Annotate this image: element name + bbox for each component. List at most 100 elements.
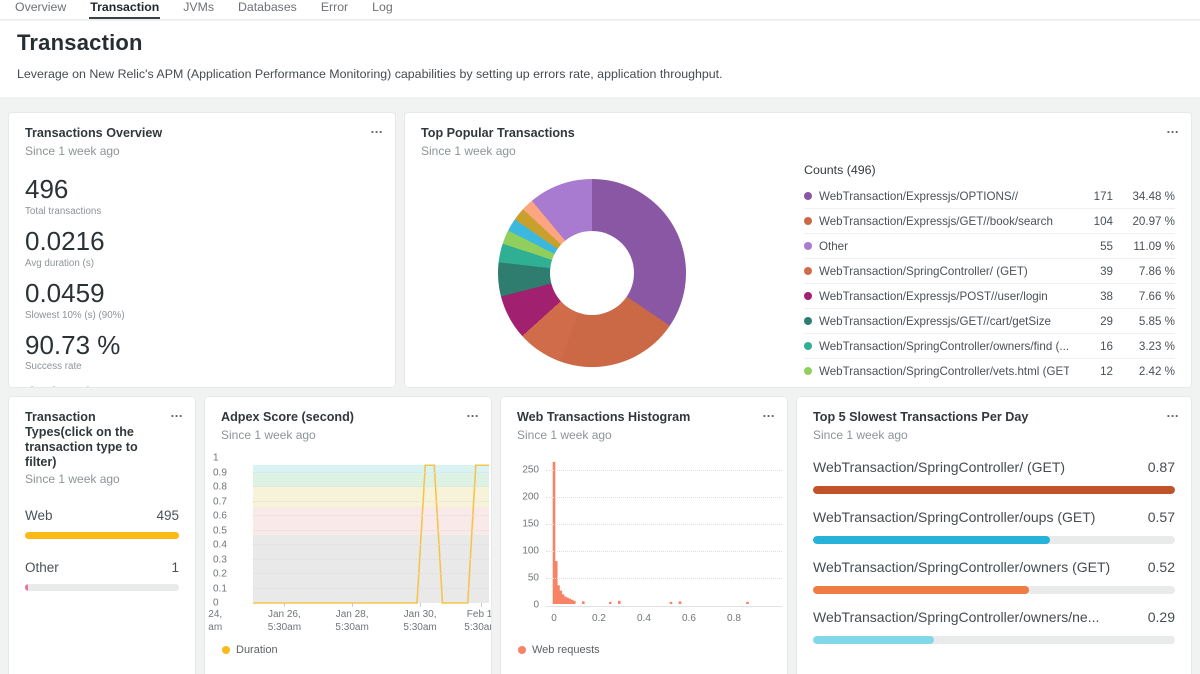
- metric-list: 496 Total transactions 0.0216 Avg durati…: [25, 175, 379, 388]
- slowest-transaction-row[interactable]: WebTransaction/SpringController/owners/n…: [813, 609, 1175, 644]
- legend-label: Web requests: [532, 644, 600, 656]
- transactions-overview-card: Transactions Overview Since 1 week ago .…: [8, 112, 396, 388]
- duration-bar-track: [813, 586, 1175, 594]
- page-subtitle: Leverage on New Relic's APM (Application…: [17, 67, 1183, 81]
- transaction-type-row[interactable]: Other 1: [25, 560, 179, 591]
- slowest-transaction-row[interactable]: WebTransaction/SpringController/owners (…: [813, 559, 1175, 594]
- nav-tab[interactable]: Error: [320, 0, 349, 19]
- type-line: Other 1: [25, 560, 179, 575]
- y-tick-label: 0.9: [213, 467, 227, 478]
- series-color-dot: [804, 217, 812, 225]
- transaction-percent: 5.85 %: [1113, 315, 1175, 328]
- transaction-name: WebTransaction/Expressjs/GET//book/searc…: [819, 215, 1069, 228]
- y-tick-label: 1: [213, 453, 219, 464]
- type-label: Other: [25, 560, 59, 575]
- card-time-range: Since 1 week ago: [813, 428, 1175, 442]
- top-5-slowest-card: Top 5 Slowest Transactions Per Day Since…: [796, 396, 1192, 674]
- nav-tab[interactable]: Databases: [237, 0, 298, 19]
- dashboard-row-2: Transaction Types(click on the transacti…: [8, 396, 1192, 674]
- histogram-bars: [546, 455, 782, 606]
- dashboard-row-1: Transactions Overview Since 1 week ago .…: [8, 112, 1192, 388]
- y-tick-label: 0.5: [213, 525, 227, 536]
- nav-tab[interactable]: Log: [371, 0, 394, 19]
- legend-row[interactable]: WebTransaction/SpringController/ (GET) 3…: [804, 259, 1175, 284]
- legend-row[interactable]: WebTransaction/SpringController/owners/f…: [804, 334, 1175, 359]
- transaction-percent: 7.66 %: [1113, 290, 1175, 303]
- transaction-name: Other: [819, 240, 1069, 253]
- metric-value: 9.27 %: [25, 382, 379, 388]
- donut-chart[interactable]: [498, 179, 686, 367]
- adpex-score-card: Adpex Score (second) Since 1 week ago ..…: [204, 396, 492, 674]
- type-rows: Web 495 Other 1: [25, 508, 179, 591]
- transaction-count: 12: [1069, 365, 1113, 378]
- transaction-count: 104: [1069, 215, 1113, 228]
- x-tick-label: 24,am: [208, 609, 222, 634]
- legend-row[interactable]: WebTransaction/SpringController/vets.htm…: [804, 359, 1175, 380]
- overflow-menu-icon[interactable]: ...: [1167, 406, 1179, 419]
- legend-row[interactable]: WebTransaction/Expressjs/OPTIONS// 171 3…: [804, 184, 1175, 209]
- metric: 9.27 % Failed rate: [25, 382, 379, 388]
- transaction-type-row[interactable]: Web 495: [25, 508, 179, 539]
- metric-value: 90.73 %: [25, 331, 379, 361]
- transaction-name: WebTransaction/SpringController/owners/n…: [813, 609, 1099, 625]
- transaction-name: WebTransaction/SpringController/ (GET): [819, 265, 1069, 278]
- series-color-dot: [804, 367, 812, 375]
- transaction-duration: 0.52: [1148, 559, 1175, 575]
- type-bar-track: [25, 532, 179, 539]
- web-transactions-histogram-card: Web Transactions Histogram Since 1 week …: [500, 396, 788, 674]
- y-axis-labels: 10.90.80.70.60.50.40.30.20.10: [213, 458, 249, 603]
- metric-label: Total transactions: [25, 206, 379, 217]
- series-color-dot: [804, 242, 812, 250]
- type-bar-fill: [25, 584, 28, 591]
- transaction-percent: 20.97 %: [1113, 215, 1175, 228]
- legend-row[interactable]: WebTransaction/Expressjs/GET//cart/getSi…: [804, 309, 1175, 334]
- legend-row[interactable]: Other 55 11.09 %: [804, 234, 1175, 259]
- transaction-duration: 0.57: [1148, 509, 1175, 525]
- type-bar-fill: [25, 532, 179, 539]
- duration-bar-fill: [813, 636, 934, 644]
- x-tick-label: Feb 1,5:30am: [464, 609, 492, 634]
- duration-line: [253, 458, 489, 603]
- legend-row[interactable]: WebTransaction/Expressjs/GET//book/searc…: [804, 209, 1175, 234]
- overflow-menu-icon[interactable]: ...: [171, 406, 183, 419]
- series-color-dot: [804, 292, 812, 300]
- transaction-percent: 34.48 %: [1113, 190, 1175, 203]
- overflow-menu-icon[interactable]: ...: [763, 406, 775, 419]
- transaction-count: 29: [1069, 315, 1113, 328]
- type-value: 495: [156, 508, 179, 523]
- top-tab-bar: Overview Transaction JVMs Databases Erro…: [0, 0, 1200, 20]
- transaction-count: 39: [1069, 265, 1113, 278]
- nav-tab[interactable]: Transaction: [89, 0, 160, 19]
- x-tick-label: 0: [551, 613, 557, 624]
- transaction-percent: 2.42 %: [1113, 365, 1175, 378]
- nav-tab[interactable]: JVMs: [182, 0, 215, 19]
- metric-value: 0.0459: [25, 279, 379, 309]
- y-tick-label: 200: [522, 492, 539, 503]
- overflow-menu-icon[interactable]: ...: [371, 122, 383, 135]
- duration-bar-fill: [813, 486, 1175, 494]
- transaction-duration: 0.87: [1148, 459, 1175, 475]
- slowest-transaction-row[interactable]: WebTransaction/SpringController/ (GET) 0…: [813, 459, 1175, 494]
- overflow-menu-icon[interactable]: ...: [1167, 122, 1179, 135]
- y-tick-label: 100: [522, 546, 539, 557]
- x-tick-label: 0.6: [682, 613, 696, 624]
- nav-tab[interactable]: Overview: [14, 0, 67, 19]
- y-axis-labels: 250200150100500: [501, 455, 539, 607]
- adpex-line-chart: [253, 458, 489, 603]
- duration-bar-fill: [813, 536, 1050, 544]
- x-tick-label: 0.4: [637, 613, 651, 624]
- duration-series-dot: [222, 646, 230, 654]
- metric-label: Success rate: [25, 361, 379, 372]
- legend-rows: WebTransaction/Expressjs/OPTIONS// 171 3…: [804, 184, 1175, 380]
- y-tick-label: 250: [522, 465, 539, 476]
- y-tick-label: 0.4: [213, 540, 227, 551]
- transaction-name: WebTransaction/Expressjs/OPTIONS//: [819, 190, 1069, 203]
- overflow-menu-icon[interactable]: ...: [467, 406, 479, 419]
- slowest-rows: WebTransaction/SpringController/ (GET) 0…: [813, 459, 1175, 644]
- slowest-transaction-row[interactable]: WebTransaction/SpringController/oups (GE…: [813, 509, 1175, 544]
- duration-bar-track: [813, 536, 1175, 544]
- transaction-percent: 3.23 %: [1113, 340, 1175, 353]
- transaction-percent: 11.09 %: [1113, 240, 1175, 253]
- legend-row[interactable]: WebTransaction/Expressjs/POST//user/logi…: [804, 284, 1175, 309]
- type-bar-track: [25, 584, 179, 591]
